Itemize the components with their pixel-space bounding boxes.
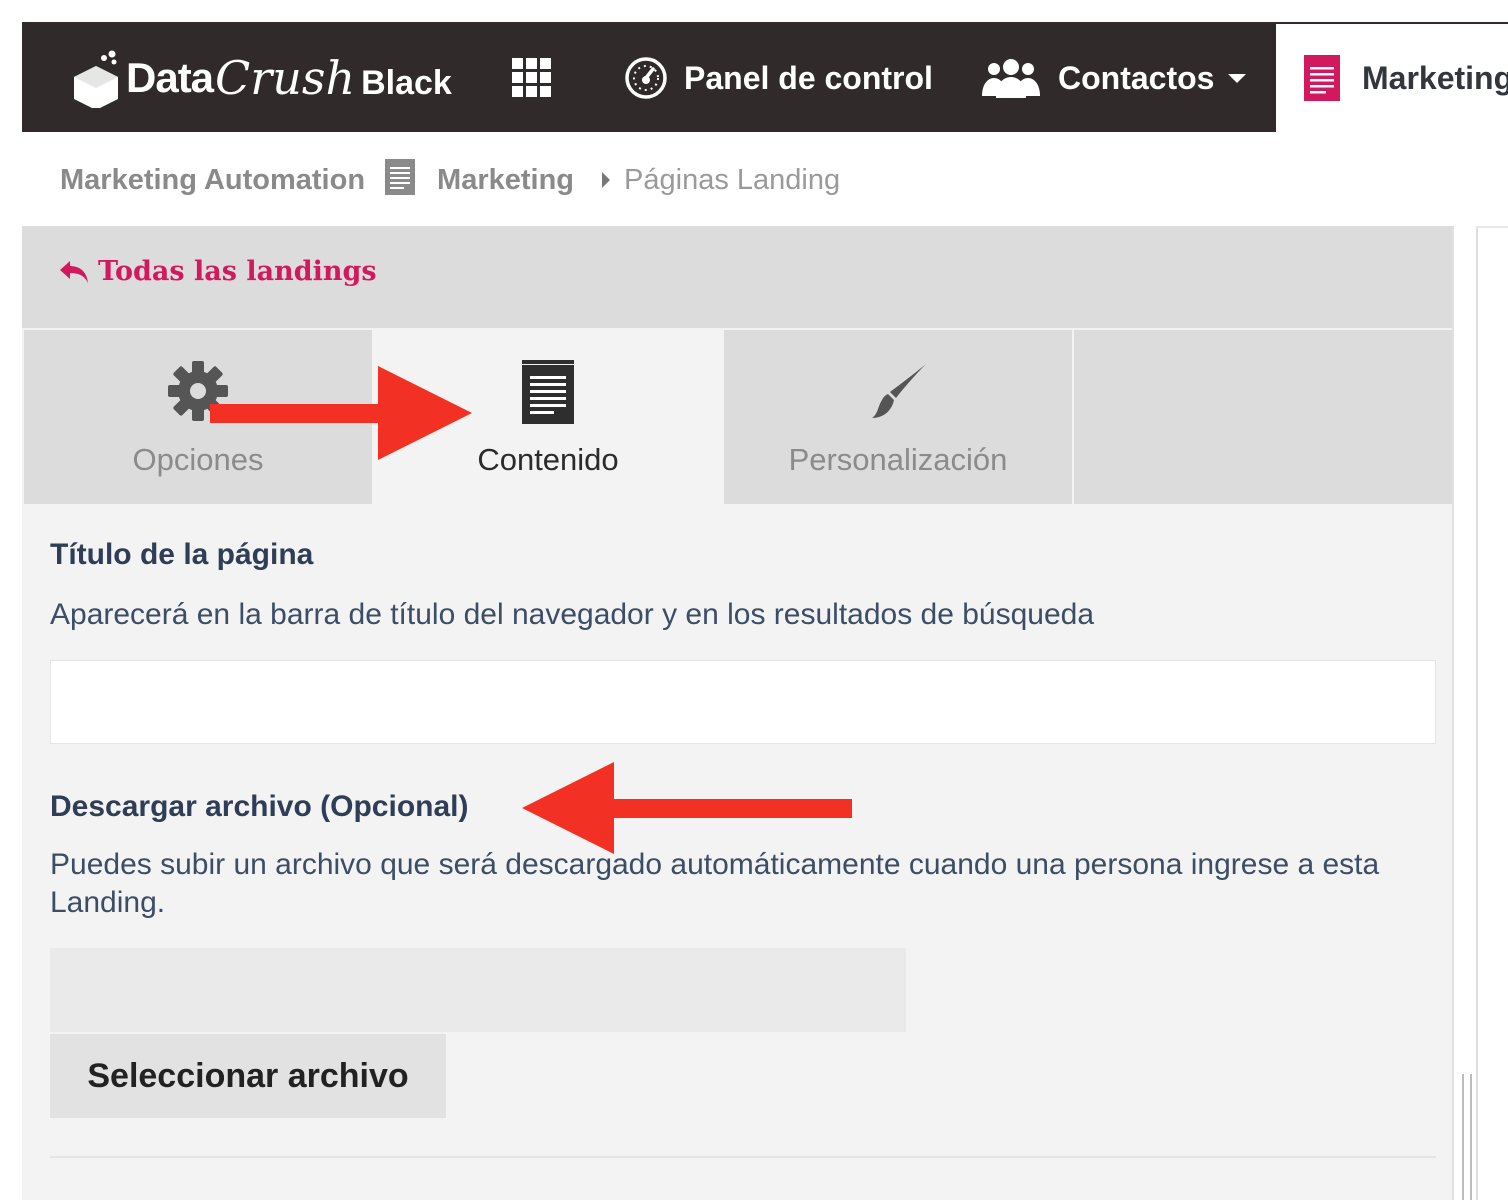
- tab-opciones-label: Opciones: [132, 442, 264, 477]
- top-navbar: Data Crush Black Panel de control Contac…: [22, 22, 1276, 132]
- download-file-help: Puedes subir un archivo que será descarg…: [50, 848, 1380, 919]
- scrollbar-track[interactable]: [1476, 228, 1478, 1200]
- nav-dashboard-label: Panel de control: [684, 59, 933, 96]
- scrollbar-thumb[interactable]: [1462, 1074, 1472, 1200]
- reply-arrow-icon: [60, 260, 88, 283]
- logo-text-black: Black: [361, 63, 452, 102]
- breadcrumb-current: Páginas Landing: [624, 163, 841, 196]
- gear-icon: [167, 360, 229, 427]
- tab-filler: [1074, 330, 1452, 504]
- page-title-help: Aparecerá en la barra de título del nave…: [50, 598, 1095, 631]
- back-link-label: Todas las landings: [98, 256, 377, 287]
- download-file-label: Descargar archivo (Opcional): [50, 790, 469, 823]
- logo-text-crush: Crush: [215, 51, 356, 105]
- users-icon: [982, 59, 1040, 98]
- tab-opciones[interactable]: Opciones: [24, 330, 372, 504]
- dashboard-icon: [625, 57, 667, 99]
- datacrush-logo[interactable]: Data Crush Black: [70, 48, 452, 110]
- cube-logo-icon: [70, 48, 122, 110]
- landing-editor-panel: Todas las landings Opciones Contenido Pe…: [22, 226, 1454, 1200]
- nav-marketing[interactable]: Marketing: [1276, 22, 1508, 132]
- grid-icon[interactable]: [512, 58, 552, 98]
- select-file-button[interactable]: Seleccionar archivo: [50, 1034, 446, 1118]
- header-divider: [1476, 226, 1508, 228]
- selected-file-display: [50, 948, 906, 1032]
- tab-contenido-label: Contenido: [477, 442, 619, 477]
- breadcrumb: Marketing Automation Marketing Páginas L…: [60, 150, 840, 210]
- nav-dashboard[interactable]: Panel de control: [624, 52, 933, 104]
- document-icon: [385, 157, 416, 203]
- paintbrush-icon: [866, 360, 930, 429]
- chevron-down-icon: [1228, 73, 1247, 83]
- document-icon: [522, 360, 574, 429]
- editor-tabs: Opciones Contenido Personalización: [22, 330, 1452, 504]
- nav-marketing-label: Marketing: [1362, 59, 1508, 96]
- logo-text-data: Data: [126, 54, 214, 101]
- nav-contacts-label: Contactos: [1058, 59, 1215, 96]
- page-title-label: Título de la página: [50, 538, 314, 571]
- tab-contenido[interactable]: Contenido: [374, 330, 722, 504]
- page-title-input[interactable]: [50, 660, 1436, 744]
- nav-contacts[interactable]: Contactos: [980, 52, 1247, 104]
- document-icon: [1304, 55, 1340, 101]
- back-to-landings-link[interactable]: Todas las landings: [58, 256, 377, 287]
- tab-personalizacion-label: Personalización: [788, 442, 1008, 477]
- panel-header: Todas las landings: [22, 226, 1452, 328]
- breadcrumb-root[interactable]: Marketing Automation: [60, 164, 365, 197]
- chevron-right-icon: [602, 172, 611, 188]
- tab-personalizacion[interactable]: Personalización: [724, 330, 1072, 504]
- breadcrumb-section[interactable]: Marketing: [437, 164, 574, 197]
- section-divider: [50, 1156, 1436, 1158]
